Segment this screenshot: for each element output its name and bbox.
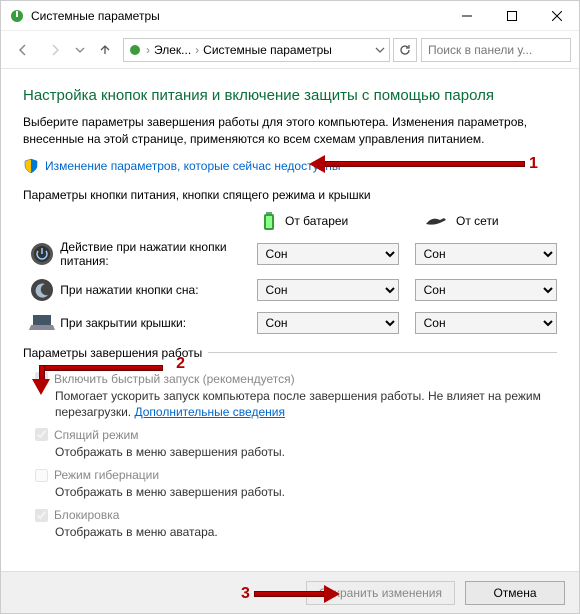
close-button[interactable] <box>534 1 579 31</box>
intro-text: Выберите параметры завершения работы для… <box>23 114 557 148</box>
address-icon <box>128 43 142 57</box>
change-unavailable-link[interactable]: Изменение параметров, которые сейчас нед… <box>45 159 341 173</box>
lock-desc: Отображать в меню аватара. <box>55 524 557 540</box>
fast-startup-more-link[interactable]: Дополнительные сведения <box>134 405 284 419</box>
cancel-button[interactable]: Отмена <box>465 581 565 605</box>
history-dropdown-icon[interactable] <box>75 45 85 55</box>
hibernate-checkbox[interactable] <box>35 469 48 482</box>
power-button-row: Действие при нажатии кнопки питания: Сон… <box>23 240 557 268</box>
lock-label: Блокировка <box>54 508 119 522</box>
shutdown-settings-label: Параметры завершения работы <box>23 346 208 360</box>
search-input[interactable]: Поиск в панели у... <box>421 38 571 62</box>
up-button[interactable] <box>91 36 119 64</box>
back-button[interactable] <box>9 36 37 64</box>
sleep-checkbox[interactable] <box>35 428 48 441</box>
titlebar: Системные параметры <box>1 1 579 31</box>
breadcrumb-item[interactable]: Элек... <box>154 43 191 57</box>
power-button-label: Действие при нажатии кнопки питания: <box>60 240 256 268</box>
sleep-desc: Отображать в меню завершения работы. <box>55 444 557 460</box>
navbar: › Элек... › Системные параметры Поиск в … <box>1 31 579 69</box>
fast-startup-option: Включить быстрый запуск (рекомендуется) … <box>35 372 557 420</box>
sleep-button-row: При нажатии кнопки сна: Сон Сон <box>23 278 557 302</box>
fast-startup-desc: Помогает ускорить запуск компьютера посл… <box>55 389 541 419</box>
hibernate-label: Режим гибернации <box>54 468 159 482</box>
breadcrumb-item[interactable]: Системные параметры <box>203 43 332 57</box>
forward-button[interactable] <box>41 36 69 64</box>
lock-checkbox[interactable] <box>35 509 48 522</box>
sleep-label: Спящий режим <box>54 428 138 442</box>
minimize-button[interactable] <box>444 1 489 31</box>
content-area: Настройка кнопок питания и включение защ… <box>1 69 579 559</box>
maximize-button[interactable] <box>489 1 534 31</box>
page-heading: Настройка кнопок питания и включение защ… <box>23 87 557 104</box>
app-icon <box>9 8 25 24</box>
lid-label: При закрытии крышки: <box>60 316 256 330</box>
footer: Сохранить изменения Отмена <box>1 571 579 613</box>
fast-startup-label: Включить быстрый запуск (рекомендуется) <box>54 372 295 386</box>
address-bar[interactable]: › Элек... › Системные параметры <box>123 38 390 62</box>
plug-icon <box>424 214 448 228</box>
chevron-right-icon: › <box>146 43 150 57</box>
lid-ac-select[interactable]: Сон <box>415 312 557 334</box>
search-placeholder: Поиск в панели у... <box>428 43 532 57</box>
chevron-down-icon[interactable] <box>375 45 385 55</box>
sleep-button-battery-select[interactable]: Сон <box>257 279 399 301</box>
chevron-right-icon: › <box>195 43 199 57</box>
refresh-button[interactable] <box>393 38 417 62</box>
power-button-battery-select[interactable]: Сон <box>257 243 399 265</box>
sleep-button-label: При нажатии кнопки сна: <box>60 283 256 297</box>
lid-row: При закрытии крышки: Сон Сон <box>23 312 557 334</box>
moon-icon <box>30 278 54 302</box>
ac-column-label: От сети <box>456 214 499 228</box>
sleep-button-ac-select[interactable]: Сон <box>415 279 557 301</box>
fast-startup-checkbox[interactable] <box>35 372 48 385</box>
lid-battery-select[interactable]: Сон <box>257 312 399 334</box>
laptop-icon <box>29 313 55 333</box>
lock-option: Блокировка Отображать в меню аватара. <box>35 508 557 540</box>
battery-column-label: От батареи <box>285 214 348 228</box>
sleep-option: Спящий режим Отображать в меню завершени… <box>35 428 557 460</box>
shutdown-settings-group: Параметры завершения работы Включить быс… <box>23 346 557 549</box>
section-buttons-label: Параметры кнопки питания, кнопки спящего… <box>23 188 557 202</box>
power-icon <box>30 242 54 266</box>
battery-icon <box>261 210 277 232</box>
window-title: Системные параметры <box>31 9 444 23</box>
hibernate-desc: Отображать в меню завершения работы. <box>55 484 557 500</box>
shield-icon <box>23 158 39 174</box>
save-button[interactable]: Сохранить изменения <box>306 581 455 605</box>
power-columns-header: От батареи От сети <box>23 210 557 232</box>
power-button-ac-select[interactable]: Сон <box>415 243 557 265</box>
hibernate-option: Режим гибернации Отображать в меню завер… <box>35 468 557 500</box>
